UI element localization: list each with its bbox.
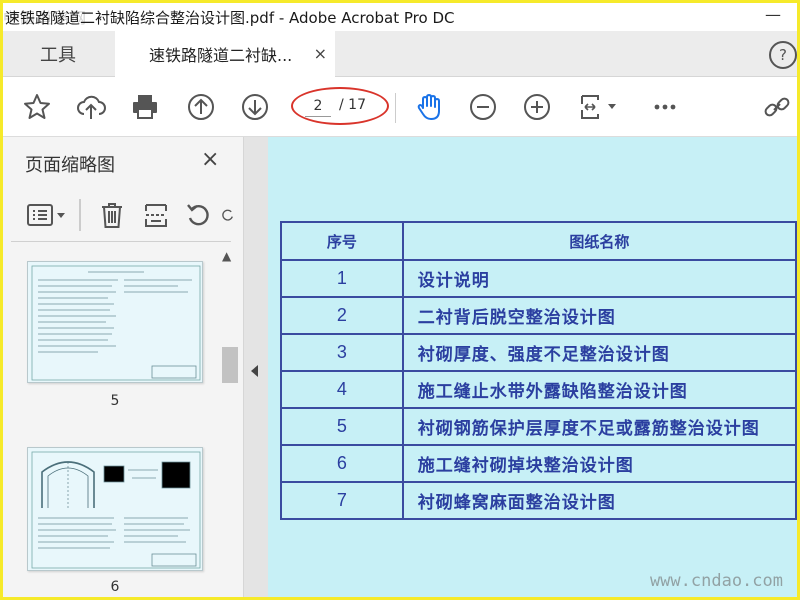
row-no: 5 xyxy=(280,407,404,446)
collapse-arrow-icon[interactable] xyxy=(251,365,258,377)
print-icon[interactable] xyxy=(129,91,161,123)
site-watermark: www.cndao.com xyxy=(649,571,783,591)
thumbnail-page-number: 6 xyxy=(110,579,120,595)
rotate-right-icon[interactable] xyxy=(221,199,235,231)
help-icon[interactable]: ? xyxy=(769,41,797,69)
scroll-up-icon[interactable]: ▲ xyxy=(222,249,231,263)
scrollbar-thumb[interactable] xyxy=(222,347,238,383)
panel-scrollbar[interactable]: ▲ xyxy=(219,247,238,597)
thumbnail-page-number: 5 xyxy=(110,393,120,409)
main-toolbar: / 17 xyxy=(3,77,797,137)
table-row: 1 设计说明 xyxy=(280,259,797,298)
row-name: 衬砌钢筋保护层厚度不足或露筋整治设计图 xyxy=(401,407,797,446)
row-no: 4 xyxy=(280,370,404,409)
close-icon[interactable]: × xyxy=(201,147,219,172)
drawing-list-table: 序号 图纸名称 1 设计说明 2 二衬背后脱空整治设计图 3 衬砌厚度、强度不足整治设… xyxy=(280,221,797,520)
table-row: 5 衬砌钢筋保护层厚度不足或露筋整治设计图 xyxy=(280,407,797,446)
panel-toolbar xyxy=(13,195,241,235)
page-thumbnail[interactable] xyxy=(27,447,203,571)
row-name: 设计说明 xyxy=(401,259,797,298)
rotate-left-icon[interactable] xyxy=(183,199,213,231)
row-name: 施工缝止水带外露缺陷整治设计图 xyxy=(401,370,797,409)
highlight-ellipse xyxy=(291,87,389,125)
row-name: 施工缝衬砌掉块整治设计图 xyxy=(401,444,797,483)
table-row: 2 二衬背后脱空整治设计图 xyxy=(280,296,797,335)
row-no: 3 xyxy=(280,333,404,372)
row-no: 1 xyxy=(280,259,404,298)
table-header-row: 序号 图纸名称 xyxy=(280,221,797,261)
table-row: 6 施工缝衬砌掉块整治设计图 xyxy=(280,444,797,483)
delete-page-icon[interactable] xyxy=(97,199,127,231)
page-thumbnail[interactable] xyxy=(27,261,203,383)
title-bar: 中国道路网 速铁路隧道二衬缺陷综合整治设计图.pdf - Adobe Acrob… xyxy=(3,3,797,31)
table-row: 4 施工缝止水带外露缺陷整治设计图 xyxy=(280,370,797,409)
row-no: 7 xyxy=(280,481,404,520)
panel-collapse-strip[interactable] xyxy=(244,137,268,597)
page-thumbnails-panel: 页面缩略图 × 5 6 ▲ xyxy=(3,137,244,597)
row-name: 衬砌蜂窝麻面整治设计图 xyxy=(401,481,797,520)
page-number-box: / 17 xyxy=(291,87,389,125)
tab-close-icon[interactable]: × xyxy=(314,44,327,63)
zoom-in-icon[interactable] xyxy=(521,91,553,123)
header-name: 图纸名称 xyxy=(401,221,797,261)
tab-document[interactable]: 速铁路隧道二衬缺... × xyxy=(115,31,335,77)
row-no: 6 xyxy=(280,444,404,483)
header-no: 序号 xyxy=(280,221,404,261)
minimize-button[interactable]: — xyxy=(763,5,783,27)
more-options-icon[interactable] xyxy=(649,91,681,123)
row-name: 衬砌厚度、强度不足整治设计图 xyxy=(401,333,797,372)
thumbnail-options-icon[interactable] xyxy=(25,199,71,231)
document-view[interactable]: 序号 图纸名称 1 设计说明 2 二衬背后脱空整治设计图 3 衬砌厚度、强度不足整治设… xyxy=(268,137,797,597)
row-name: 二衬背后脱空整治设计图 xyxy=(401,296,797,335)
table-row: 7 衬砌蜂窝麻面整治设计图 xyxy=(280,481,797,520)
panel-title: 页面缩略图 xyxy=(25,155,115,176)
toolbar-divider xyxy=(395,93,396,123)
share-link-icon[interactable] xyxy=(761,91,793,123)
tab-bar: 工具 速铁路隧道二衬缺... × ? xyxy=(3,31,797,77)
insert-pages-icon[interactable] xyxy=(141,199,171,231)
tab-tools[interactable]: 工具 xyxy=(3,31,113,77)
table-row: 3 衬砌厚度、强度不足整治设计图 xyxy=(280,333,797,372)
panel-toolbar-divider xyxy=(79,199,81,231)
previous-page-icon[interactable] xyxy=(185,91,217,123)
zoom-out-icon[interactable] xyxy=(467,91,499,123)
hand-tool-icon[interactable] xyxy=(413,91,445,123)
cloud-upload-icon[interactable] xyxy=(75,91,107,123)
tab-document-label: 速铁路隧道二衬缺... xyxy=(149,46,293,65)
panel-divider xyxy=(11,241,231,242)
next-page-icon[interactable] xyxy=(239,91,271,123)
window-title: 速铁路隧道二衬缺陷综合整治设计图.pdf - Adobe Acrobat Pro… xyxy=(5,9,455,27)
fit-width-dropdown-icon[interactable] xyxy=(577,91,623,123)
row-no: 2 xyxy=(280,296,404,335)
bookmark-star-icon[interactable] xyxy=(21,91,53,123)
